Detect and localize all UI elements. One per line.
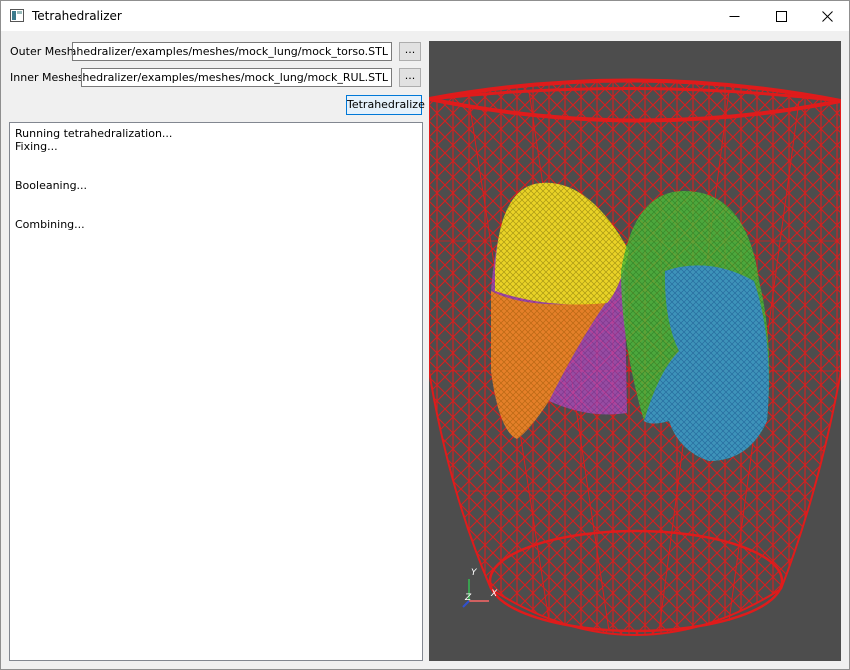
outer-mesh-path-text: hub/tetrahedralizer/examples/meshes/mock…	[73, 45, 388, 58]
outer-mesh-label: Outer Mesh	[10, 45, 74, 58]
inner-meshes-path-field[interactable]: ub/tetrahedralizer/examples/meshes/mock_…	[81, 68, 392, 87]
y-axis-label: Y	[471, 568, 478, 578]
close-button[interactable]	[804, 1, 850, 31]
app-window: Tetrahedralizer Outer Mesh hub/tetrahedr…	[0, 0, 850, 670]
x-axis-label: X	[490, 589, 498, 599]
inner-meshes-path-text: ub/tetrahedralizer/examples/meshes/mock_…	[82, 71, 388, 84]
inner-meshes-label: Inner Meshes	[10, 71, 84, 84]
title-bar[interactable]: Tetrahedralizer	[1, 1, 849, 31]
inner-meshes-browse-button[interactable]: ...	[399, 68, 421, 87]
close-icon	[821, 10, 833, 22]
maximize-button[interactable]	[758, 1, 804, 31]
minimize-button[interactable]	[711, 1, 757, 31]
maximize-icon	[775, 10, 787, 22]
log-output[interactable]: Running tetrahedralization... Fixing... …	[9, 122, 423, 661]
app-icon	[10, 9, 24, 22]
window-title: Tetrahedralizer	[32, 9, 122, 23]
outer-mesh-path-field[interactable]: hub/tetrahedralizer/examples/meshes/mock…	[72, 42, 392, 61]
z-axis-label: Z	[464, 593, 472, 603]
outer-mesh-browse-button[interactable]: ...	[399, 42, 421, 61]
minimize-icon	[729, 15, 739, 17]
mesh-viewport[interactable]: Y X Z	[429, 41, 841, 661]
mesh-scene: Y X Z	[429, 78, 841, 636]
left-lung-mesh	[491, 182, 629, 439]
tetrahedralize-button[interactable]: Tetrahedralize	[346, 95, 425, 115]
